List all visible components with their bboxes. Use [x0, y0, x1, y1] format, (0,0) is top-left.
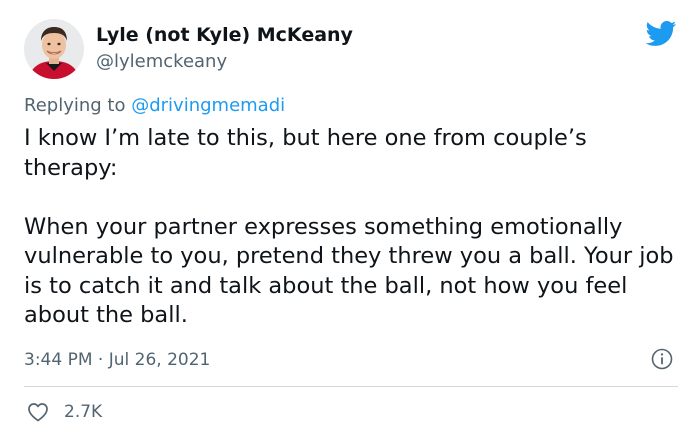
twitter-bird-icon[interactable]: [644, 20, 677, 47]
tweet-text: I know I’m late to this, but here one fr…: [24, 124, 684, 331]
reply-mention-link[interactable]: @drivingmemadi: [131, 95, 285, 116]
reply-prefix: Replying to: [24, 95, 126, 116]
author-handle[interactable]: @lylemckeany: [96, 50, 353, 74]
divider: [24, 386, 678, 387]
author-info: Lyle (not Kyle) McKeany @lylemckeany: [96, 22, 353, 74]
display-name[interactable]: Lyle (not Kyle) McKeany: [96, 22, 353, 48]
tweet-card: Lyle (not Kyle) McKeany @lylemckeany Rep…: [0, 0, 700, 442]
avatar-photo: [24, 19, 84, 79]
tweet-meta: 3:44 PM · Jul 26, 2021: [24, 347, 678, 373]
tweet-paragraph: When your partner expresses something em…: [24, 213, 674, 329]
timestamp-link[interactable]: 3:44 PM · Jul 26, 2021: [24, 348, 210, 372]
like-button[interactable]: 2.7K: [24, 399, 102, 425]
tweet-paragraph: I know I’m late to this, but here one fr…: [24, 125, 587, 181]
avatar[interactable]: [24, 19, 84, 79]
like-count: 2.7K: [64, 402, 103, 422]
info-icon[interactable]: [650, 347, 674, 371]
reply-context: Replying to @drivingmemadi: [24, 94, 285, 118]
heart-icon: [26, 400, 50, 424]
